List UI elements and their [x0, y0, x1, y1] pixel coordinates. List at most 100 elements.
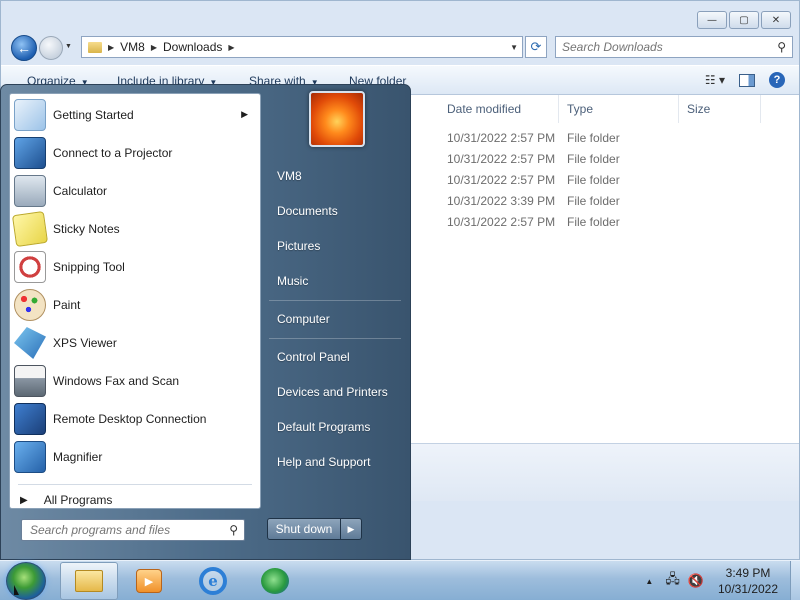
projector-icon: [14, 137, 46, 169]
sticky-notes-icon: [11, 210, 49, 248]
programs-pane: Getting Started ▶ Connect to a Projector…: [9, 93, 261, 509]
address-dropdown-icon[interactable]: ▼: [510, 43, 518, 52]
close-icon: ✕: [771, 14, 781, 26]
show-hidden-icons-icon[interactable]: ▲: [645, 577, 653, 586]
search-input[interactable]: [562, 40, 762, 54]
program-calculator[interactable]: Calculator: [14, 172, 258, 210]
all-programs-label: All Programs: [43, 493, 113, 507]
show-desktop-button[interactable]: [790, 561, 800, 600]
divider: [18, 484, 252, 485]
search-box[interactable]: ⚲: [555, 36, 793, 58]
back-button[interactable]: ←: [11, 35, 37, 61]
link-default-programs[interactable]: Default Programs: [277, 420, 370, 434]
address-bar[interactable]: ▶ VM8 ▶ Downloads ▶ ▼: [81, 36, 523, 58]
link-control-panel[interactable]: Control Panel: [277, 350, 350, 364]
column-date-modified[interactable]: Date modified: [439, 95, 559, 123]
folder-icon: [88, 41, 102, 53]
type-cell: File folder: [567, 194, 620, 208]
date-cell: 10/31/2022 2:57 PM: [447, 173, 556, 187]
snipping-tool-icon: [14, 251, 46, 283]
taskbar-windows-explorer[interactable]: [60, 562, 118, 600]
user-picture[interactable]: [309, 91, 365, 147]
start-button[interactable]: [6, 562, 46, 600]
link-documents[interactable]: Documents: [277, 204, 338, 218]
program-fax-scan[interactable]: Windows Fax and Scan: [14, 362, 258, 400]
column-type[interactable]: Type: [559, 95, 679, 123]
taskbar-internet-explorer[interactable]: e: [184, 562, 242, 600]
maximize-button[interactable]: ▢: [729, 11, 759, 29]
media-player-icon: ▶: [136, 569, 162, 593]
link-music[interactable]: Music: [277, 274, 308, 288]
caption-buttons: — ▢ ✕: [697, 11, 791, 29]
minimize-button[interactable]: —: [697, 11, 727, 29]
link-devices-printers[interactable]: Devices and Printers: [277, 385, 388, 399]
magnifier-icon: [14, 441, 46, 473]
chevron-right-icon: ▶: [20, 494, 28, 506]
network-globe-icon: [261, 568, 289, 594]
taskbar-media-player[interactable]: ▶: [120, 562, 178, 600]
clock-date: 10/31/2022: [717, 582, 779, 596]
link-user-folder[interactable]: VM8: [277, 169, 302, 183]
help-icon[interactable]: ?: [769, 72, 785, 88]
search-icon[interactable]: ⚲: [777, 40, 786, 54]
divider: [269, 300, 401, 301]
recent-pages-dropdown[interactable]: ▼: [65, 43, 72, 50]
program-snipping-tool[interactable]: Snipping Tool: [14, 248, 258, 286]
chevron-right-icon[interactable]: ▶: [228, 43, 234, 52]
program-label: Magnifier: [53, 450, 103, 464]
close-button[interactable]: ✕: [761, 11, 791, 29]
type-cell: File folder: [567, 173, 620, 187]
start-search-input[interactable]: [30, 523, 216, 537]
navigation-bar: ← ▼ ▶ VM8 ▶ Downloads ▶ ▼ ⟳ ⚲: [9, 33, 793, 61]
notification-area: ▲ 🖧 🔇 3:49 PM 10/31/2022: [645, 561, 800, 600]
windows-explorer-icon: [75, 570, 103, 592]
breadcrumb-vm8[interactable]: VM8: [120, 40, 145, 54]
link-pictures[interactable]: Pictures: [277, 239, 320, 253]
type-cell: File folder: [567, 215, 620, 229]
link-help-support[interactable]: Help and Support: [277, 455, 370, 469]
chevron-right-icon[interactable]: ▶: [108, 43, 114, 52]
view-controls: ☷ ▾ ?: [705, 72, 785, 88]
change-view-icon[interactable]: ☷ ▾: [705, 73, 725, 87]
program-label: Remote Desktop Connection: [53, 412, 207, 426]
maximize-icon: ▢: [739, 14, 749, 26]
program-remote-desktop[interactable]: Remote Desktop Connection: [14, 400, 258, 438]
program-sticky-notes[interactable]: Sticky Notes: [11, 210, 258, 248]
link-computer[interactable]: Computer: [277, 312, 330, 326]
start-search-box[interactable]: ⚲: [21, 519, 245, 541]
back-arrow-icon: ←: [17, 40, 31, 56]
taskbar-network-app[interactable]: [246, 562, 304, 600]
shutdown-options-button[interactable]: ▶: [340, 518, 362, 540]
program-magnifier[interactable]: Magnifier: [14, 438, 258, 476]
program-connect-projector[interactable]: Connect to a Projector: [14, 134, 258, 172]
shutdown-button[interactable]: Shut down: [267, 518, 341, 540]
preview-pane-icon[interactable]: [739, 73, 755, 87]
network-status-icon[interactable]: 🖧: [665, 570, 680, 592]
forward-button[interactable]: [39, 36, 63, 60]
type-cell: File folder: [567, 152, 620, 166]
chevron-right-icon[interactable]: ▶: [151, 43, 157, 52]
internet-explorer-icon: e: [199, 567, 227, 595]
chevron-right-icon: ▶: [347, 523, 355, 534]
volume-muted-icon[interactable]: 🔇: [688, 573, 704, 589]
program-label: Windows Fax and Scan: [53, 374, 180, 388]
date-cell: 10/31/2022 2:57 PM: [447, 215, 556, 229]
program-getting-started[interactable]: Getting Started ▶: [14, 96, 258, 134]
paint-icon: [14, 289, 46, 321]
column-size[interactable]: Size: [679, 95, 761, 123]
calculator-icon: [14, 175, 46, 207]
fax-scan-icon: [14, 365, 46, 397]
program-paint[interactable]: Paint: [14, 286, 258, 324]
remote-desktop-icon: [14, 403, 46, 435]
getting-started-icon: [14, 99, 46, 131]
breadcrumb-downloads[interactable]: Downloads: [163, 40, 222, 54]
clock[interactable]: 3:49 PM 10/31/2022: [712, 565, 784, 597]
xps-viewer-icon: [14, 327, 46, 359]
program-xps-viewer[interactable]: XPS Viewer: [14, 324, 258, 362]
submenu-arrow-icon[interactable]: ▶: [241, 109, 248, 120]
divider: [269, 338, 401, 339]
all-programs-button[interactable]: ▶ All Programs: [20, 490, 112, 510]
program-label: Connect to a Projector: [53, 146, 173, 160]
search-icon[interactable]: ⚲: [229, 523, 238, 537]
refresh-button[interactable]: ⟳: [525, 36, 547, 58]
